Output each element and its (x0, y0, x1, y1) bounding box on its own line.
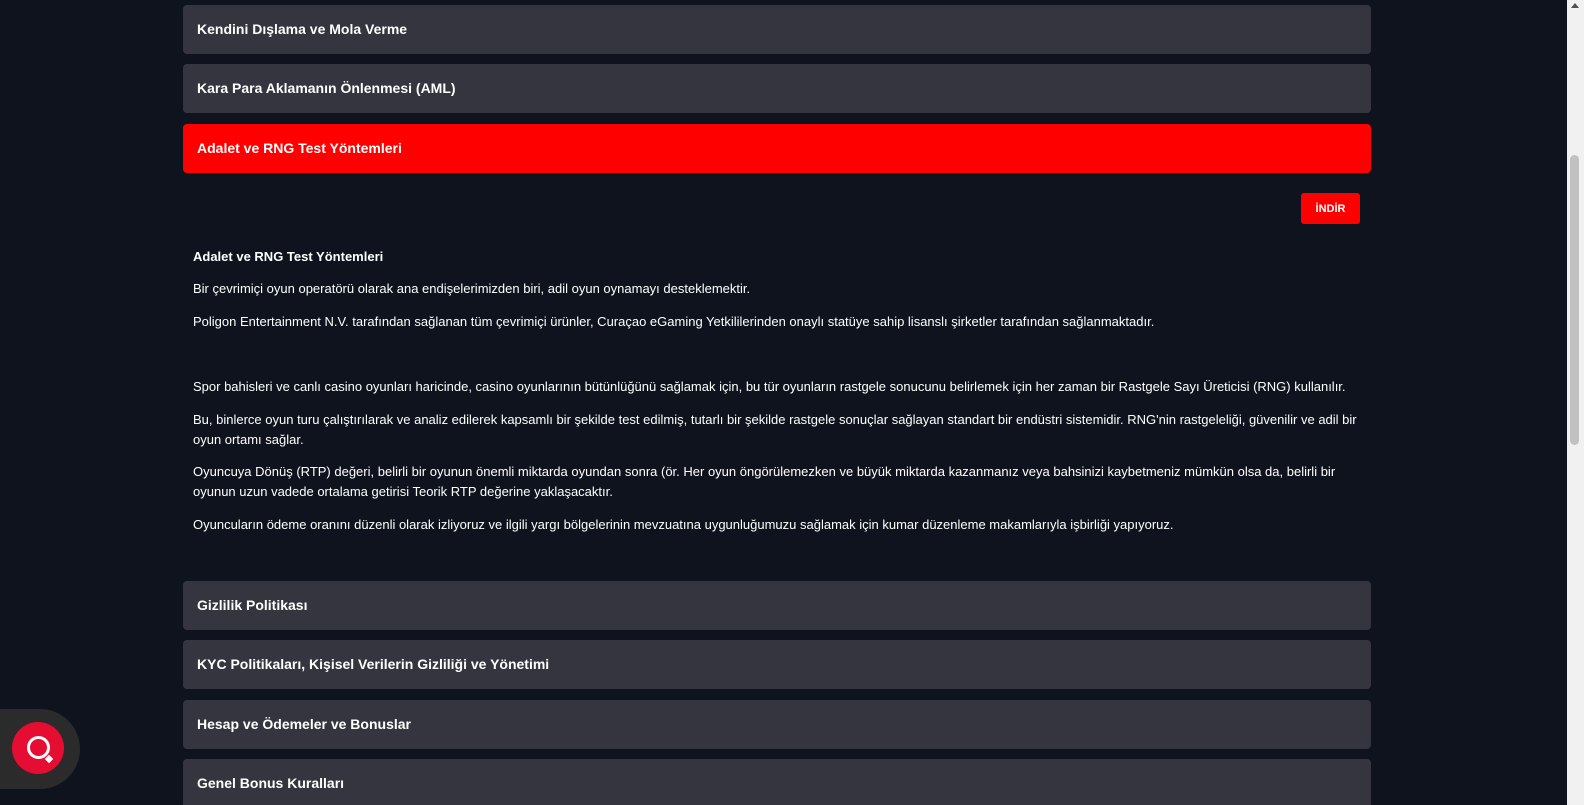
paragraph: Bir çevrimiçi oyun operatörü olarak ana … (193, 281, 751, 296)
chat-button[interactable] (12, 722, 64, 774)
scrollbar-thumb[interactable] (1570, 155, 1579, 445)
accordion-privacy-policy[interactable]: Gizlilik Politikası (183, 581, 1371, 630)
paragraph: Poligon Entertainment N.V. tarafından sa… (193, 314, 1155, 329)
paragraph: Spor bahisleri ve canlı casino oyunları … (193, 379, 1346, 394)
download-button[interactable]: İNDİR (1301, 193, 1360, 224)
chat-bubble-icon (27, 736, 50, 759)
accordion-fairness-rng[interactable]: Adalet ve RNG Test Yöntemleri (183, 124, 1371, 173)
accordion-account-payments[interactable]: Hesap ve Ödemeler ve Bonuslar (183, 700, 1371, 749)
page: Kendini Dışlama ve Mola Verme Kara Para … (0, 0, 1584, 805)
accordion-general-bonus-rules[interactable]: Genel Bonus Kuralları (183, 759, 1371, 805)
accordion-aml[interactable]: Kara Para Aklamanın Önlenmesi (AML) (183, 64, 1371, 113)
accordion-kyc[interactable]: KYC Politikaları, Kişisel Verilerin Gizl… (183, 640, 1371, 689)
paragraph: Oyuncuların ödeme oranını düzenli olarak… (193, 517, 1174, 532)
accordion-content: İNDİR Adalet ve RNG Test Yöntemleri Bir … (183, 173, 1371, 573)
accordion-self-exclusion[interactable]: Kendini Dışlama ve Mola Verme (183, 5, 1371, 54)
paragraph: Oyuncuya Dönüş (RTP) değeri, belirli bir… (193, 464, 1336, 499)
chat-widget (0, 709, 80, 789)
scroll-up-arrow-icon[interactable] (1571, 3, 1579, 8)
vertical-scrollbar[interactable] (1567, 0, 1584, 805)
content-title: Adalet ve RNG Test Yöntemleri (193, 249, 384, 264)
paragraph: Bu, binlerce oyun turu çalıştırılarak ve… (193, 412, 1357, 447)
